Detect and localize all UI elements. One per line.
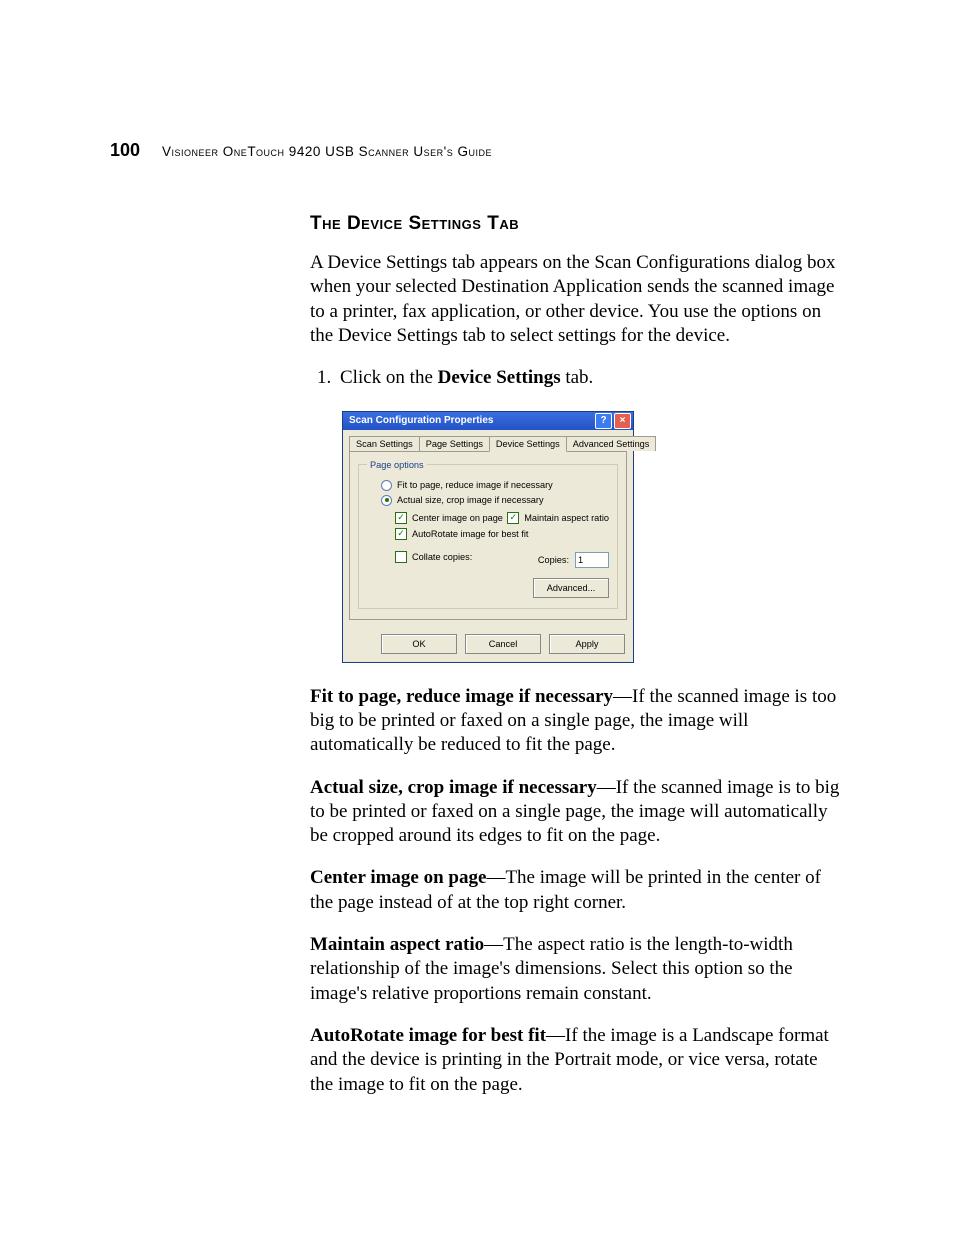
desc-actual-bold: Actual size, crop image if necessary — [310, 777, 597, 798]
tab-page-settings[interactable]: Page Settings — [419, 436, 490, 451]
radio-icon — [381, 480, 392, 491]
chk-aspect-label: Maintain aspect ratio — [524, 513, 609, 523]
dialog-titlebar: Scan Configuration Properties ? × — [343, 412, 633, 430]
group-legend: Page options — [367, 460, 427, 470]
scan-config-dialog: Scan Configuration Properties ? × Scan S… — [342, 411, 634, 663]
desc-center: Center image on page—The image will be p… — [310, 866, 844, 915]
cancel-button[interactable]: Cancel — [465, 634, 541, 654]
desc-fit-bold: Fit to page, reduce image if necessary — [310, 686, 613, 707]
close-button[interactable]: × — [614, 413, 631, 429]
desc-actual: Actual size, crop image if necessary—If … — [310, 776, 844, 849]
checkbox-maintain-aspect[interactable]: ✓ Maintain aspect ratio — [507, 512, 609, 524]
tabstrip: Scan Settings Page Settings Device Setti… — [343, 430, 633, 451]
checkbox-collate[interactable]: Collate copies: — [395, 551, 472, 563]
step1-suffix: tab. — [561, 367, 594, 388]
tab-advanced-settings[interactable]: Advanced Settings — [566, 436, 657, 451]
checkbox-icon: ✓ — [395, 528, 407, 540]
page-options-group: Page options Fit to page, reduce image i… — [358, 460, 618, 609]
chk-center-label: Center image on page — [412, 513, 503, 523]
ok-button[interactable]: OK — [381, 634, 457, 654]
desc-aspect-bold: Maintain aspect ratio — [310, 934, 484, 955]
tab-scan-settings[interactable]: Scan Settings — [349, 436, 420, 451]
section-heading: The Device Settings Tab — [310, 213, 844, 235]
steps-list: Click on the Device Settings tab. — [310, 366, 844, 390]
chk-collate-label: Collate copies: — [412, 552, 472, 562]
apply-button[interactable]: Apply — [549, 634, 625, 654]
step1-bold: Device Settings — [438, 367, 561, 388]
tab-panel: Page options Fit to page, reduce image i… — [349, 451, 627, 620]
radio-fit-to-page[interactable]: Fit to page, reduce image if necessary — [381, 480, 609, 491]
step1-prefix: Click on the — [340, 367, 438, 388]
tab-device-settings[interactable]: Device Settings — [489, 436, 567, 452]
step-1: Click on the Device Settings tab. — [336, 366, 844, 390]
running-head: Visioneer OneTouch 9420 USB Scanner User… — [162, 144, 492, 159]
radio-fit-label: Fit to page, reduce image if necessary — [397, 480, 553, 490]
intro-paragraph: A Device Settings tab appears on the Sca… — [310, 251, 844, 348]
page-header: 100 Visioneer OneTouch 9420 USB Scanner … — [110, 140, 844, 161]
desc-center-bold: Center image on page — [310, 867, 486, 888]
desc-auto-bold: AutoRotate image for best fit — [310, 1025, 546, 1046]
desc-fit: Fit to page, reduce image if necessary—I… — [310, 685, 844, 758]
checkbox-icon-unchecked — [395, 551, 407, 563]
copies-label: Copies: — [538, 555, 569, 565]
checkbox-center-image[interactable]: ✓ Center image on page — [395, 512, 503, 524]
advanced-button[interactable]: Advanced... — [533, 578, 609, 598]
desc-autorotate: AutoRotate image for best fit—If the ima… — [310, 1024, 844, 1097]
radio-actual-label: Actual size, crop image if necessary — [397, 495, 544, 505]
radio-actual-size[interactable]: Actual size, crop image if necessary — [381, 495, 609, 506]
chk-autorotate-label: AutoRotate image for best fit — [412, 529, 528, 539]
checkbox-autorotate[interactable]: ✓ AutoRotate image for best fit — [395, 528, 609, 540]
dialog-title: Scan Configuration Properties — [349, 415, 493, 426]
dialog-button-row: OK Cancel Apply — [343, 626, 633, 662]
page-number: 100 — [110, 140, 140, 161]
copies-input[interactable]: 1 — [575, 552, 609, 568]
desc-aspect: Maintain aspect ratio—The aspect ratio i… — [310, 933, 844, 1006]
radio-icon-selected — [381, 495, 392, 506]
checkbox-icon: ✓ — [395, 512, 407, 524]
help-button[interactable]: ? — [595, 413, 612, 429]
checkbox-icon: ✓ — [507, 512, 519, 524]
